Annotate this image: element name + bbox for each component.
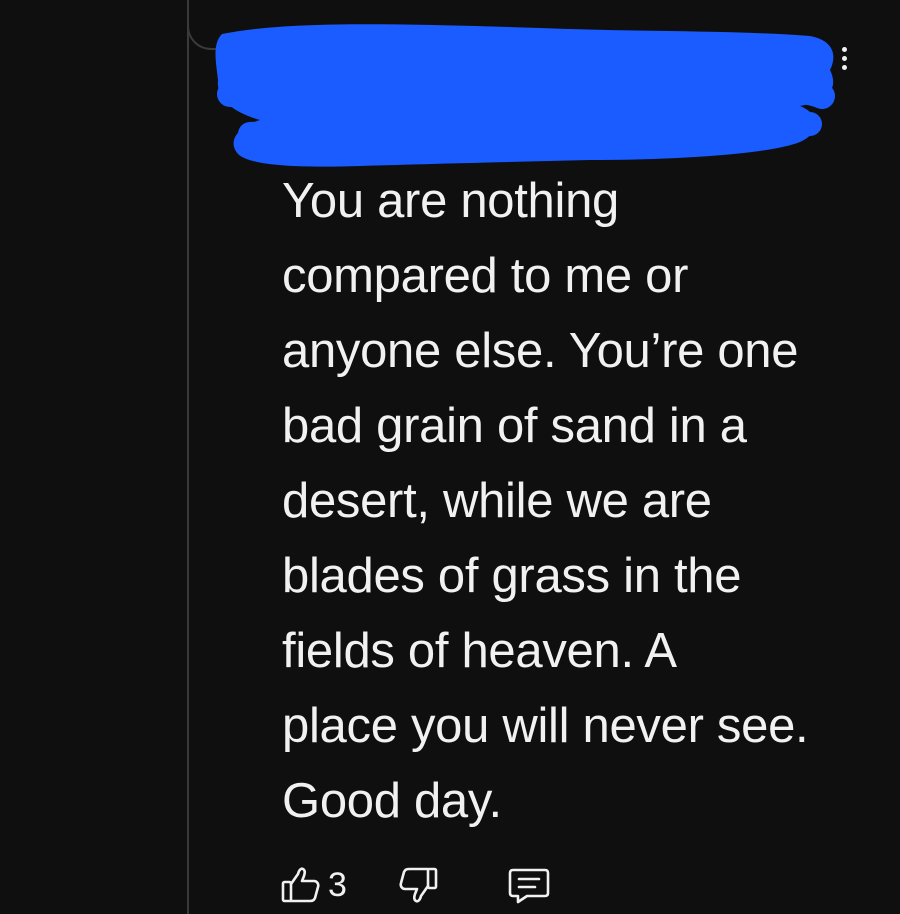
comment-line: bad grain of sand in a <box>282 399 747 453</box>
reply-thread-line <box>187 0 189 914</box>
comment-reply-icon <box>507 865 551 905</box>
like-button[interactable]: 3 <box>280 865 347 905</box>
thumbs-down-icon <box>397 865 439 905</box>
reply-button[interactable] <box>507 865 551 905</box>
comment-line: compared to me or <box>282 249 689 303</box>
comment-line: fields of heaven. A <box>282 624 677 678</box>
comment-line: anyone else. You’re one <box>282 324 799 378</box>
more-vert-icon-dot <box>841 64 847 70</box>
more-options-button[interactable] <box>828 38 860 78</box>
thumbs-up-icon <box>280 865 322 905</box>
comment-text: You are nothing compared to me or anyone… <box>282 164 842 839</box>
more-vert-icon <box>841 46 847 52</box>
dislike-button[interactable] <box>397 865 439 905</box>
more-vert-icon-dot <box>841 55 847 61</box>
like-count: 3 <box>328 865 347 904</box>
comment-line: blades of grass in the <box>282 549 742 603</box>
redacted-username-scribble <box>215 24 835 167</box>
comment-line: Good day. <box>282 774 502 828</box>
comment-actions: 3 <box>280 860 551 910</box>
comment-line: You are nothing <box>282 174 619 228</box>
comment-line: place you will never see. <box>282 699 809 753</box>
comment-line: desert, while we are <box>282 474 712 528</box>
